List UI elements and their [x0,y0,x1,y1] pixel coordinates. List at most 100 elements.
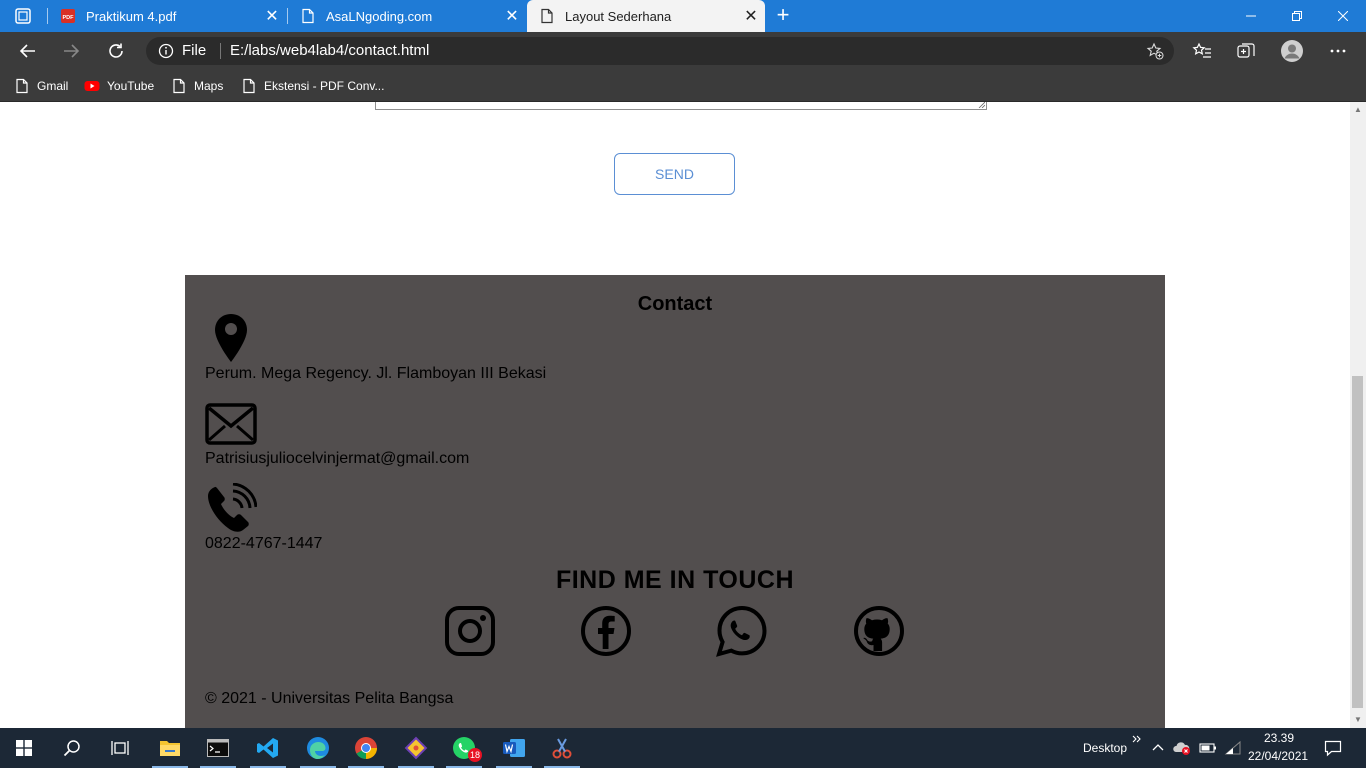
copyright-text: © 2021 - Universitas Pelita Bangsa [205,690,454,707]
minimize-button[interactable] [1228,0,1274,32]
bookmark-ekstensi[interactable]: Ekstensi - PDF Conv... [241,76,384,96]
tab-label: Praktikum 4.pdf [86,8,177,24]
page-icon [173,78,185,94]
more-options-icon[interactable] [1328,41,1348,61]
tab-asalngoding[interactable]: AsaLNgoding.com ✕ [288,0,526,32]
navigation-bar: File E:/labs/web4lab4/contact.html [0,32,1366,70]
whatsapp-unread-badge: 18 [468,748,482,762]
contact-footer: Contact Perum. Mega Regency. Jl. Flamboy… [185,275,1165,728]
tab-actions-icon[interactable] [14,7,32,25]
address-bar[interactable]: File E:/labs/web4lab4/contact.html [146,37,1174,65]
scroll-up-arrow-icon[interactable]: ▲ [1350,102,1366,118]
forward-button[interactable] [58,38,84,64]
address-url[interactable]: E:/labs/web4lab4/contact.html [230,42,429,59]
terminal-icon [207,739,229,757]
contact-address: Perum. Mega Regency. Jl. Flamboyan III B… [205,365,547,382]
contact-heading: Contact [637,293,713,315]
close-tab-icon[interactable]: ✕ [498,6,526,26]
desktop-toolbar-label[interactable]: Desktop [1083,741,1127,755]
folder-icon [160,741,180,756]
scroll-down-arrow-icon[interactable]: ▼ [1350,712,1366,728]
toolbar-overflow-icon[interactable] [1132,734,1142,744]
snipping-tool-button[interactable] [538,728,586,768]
tab-praktikum[interactable]: PDF Praktikum 4.pdf ✕ [48,0,286,32]
search-icon [63,740,80,757]
add-favorite-icon[interactable] [1146,42,1164,60]
clock-time[interactable]: 23.39 [1264,731,1294,745]
restore-icon [1292,11,1302,21]
notification-center-icon[interactable] [1324,739,1342,757]
vscode-icon [257,738,278,758]
scrollbar-thumb[interactable] [1352,376,1363,708]
close-tab-icon[interactable]: ✕ [258,6,286,26]
start-button[interactable] [0,728,48,768]
chrome-button[interactable] [342,728,390,768]
scissors-icon [552,738,572,759]
edge-button[interactable] [294,728,342,768]
send-button[interactable]: SEND [614,153,735,195]
vscode-button[interactable] [244,728,292,768]
bookmark-youtube[interactable]: YouTube [84,76,154,96]
new-tab-button[interactable]: + [770,4,796,28]
contact-phone: 0822-4767-1447 [205,535,323,552]
mail-envelope-icon [205,403,257,445]
phone-call-icon [208,483,257,532]
network-icon[interactable] [1224,740,1242,756]
minimize-icon [1246,15,1256,17]
edge-icon [307,737,329,759]
bookmark-gmail[interactable]: Gmail [14,76,68,96]
bookmark-label: Gmail [37,79,69,93]
word-button[interactable] [490,728,538,768]
bookmark-maps[interactable]: Maps [171,76,223,96]
onedrive-error-icon[interactable] [1173,740,1191,756]
file-explorer-button[interactable] [146,728,194,768]
collections-icon[interactable] [1236,41,1256,61]
favorites-icon[interactable] [1192,41,1212,61]
task-view-icon [111,741,129,755]
restore-button[interactable] [1274,0,1320,32]
git-app-button[interactable] [392,728,440,768]
page-container: SEND Contact Perum. Mega Regency. Jl. Fl… [185,102,1165,728]
close-tab-icon[interactable]: ✕ [737,6,765,26]
git-diamond-icon [404,736,428,760]
windows-logo-icon [16,740,32,756]
terminal-button[interactable] [194,728,242,768]
tab-layout-sederhana[interactable]: Layout Sederhana ✕ [527,0,765,32]
page-icon [243,78,255,94]
instagram-icon[interactable] [444,605,496,657]
whatsapp-icon[interactable] [716,605,768,657]
refresh-icon [109,43,123,58]
pdf-icon: PDF [61,9,75,23]
task-view-button[interactable] [96,728,144,768]
resize-grip-icon[interactable] [978,102,985,108]
page-scrollbar[interactable]: ▲ ▼ [1350,102,1366,728]
address-scheme: File [182,42,207,59]
close-icon [1338,11,1348,21]
address-divider [220,43,221,59]
location-pin-icon [215,314,247,362]
windows-taskbar: 18 Desktop 23.39 22/04/2021 [0,728,1366,768]
chrome-icon [355,737,377,759]
message-textarea[interactable] [375,102,987,110]
chevron-up-icon[interactable] [1152,742,1164,754]
youtube-icon [84,81,100,91]
whatsapp-app-button[interactable]: 18 [440,728,488,768]
bookmark-label: YouTube [107,79,155,93]
page-icon [16,78,28,94]
battery-icon[interactable] [1199,741,1217,755]
back-arrow-icon [19,44,35,58]
github-icon[interactable] [853,605,905,657]
bookmark-label: Maps [194,79,224,93]
back-button[interactable] [15,38,41,64]
refresh-button[interactable] [103,38,129,64]
profile-avatar-icon[interactable] [1280,39,1304,63]
bookmarks-bar: Gmail YouTube Maps Ekstensi - PDF Conv..… [0,70,1366,102]
search-button[interactable] [48,728,96,768]
page-viewport: SEND Contact Perum. Mega Regency. Jl. Fl… [0,102,1350,728]
facebook-icon[interactable] [580,605,632,657]
tab-label: AsaLNgoding.com [326,8,433,24]
page-icon [541,8,553,24]
info-icon[interactable] [158,43,174,59]
close-window-button[interactable] [1320,0,1366,32]
clock-date[interactable]: 22/04/2021 [1248,749,1308,763]
